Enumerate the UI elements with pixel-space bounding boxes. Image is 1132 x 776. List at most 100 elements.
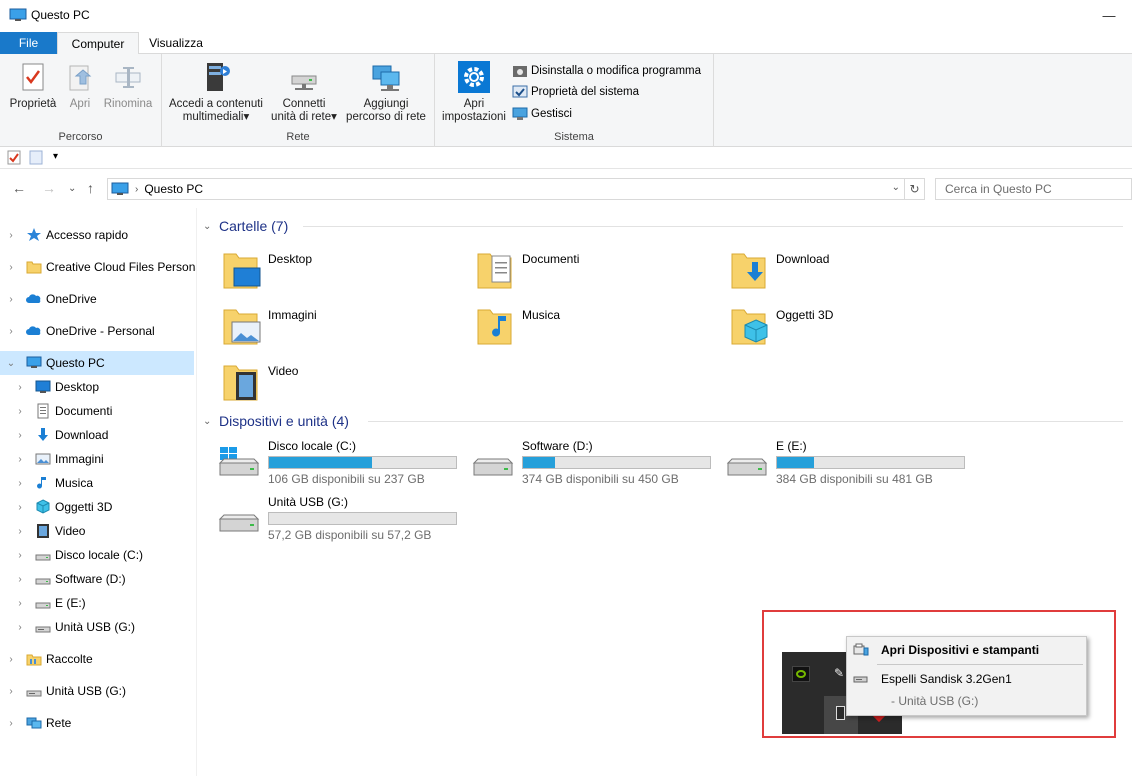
chevron-right-icon[interactable]: › <box>15 574 25 585</box>
sidebar-item[interactable]: › Immagini <box>0 447 194 471</box>
folder-item-label: Download <box>776 252 830 266</box>
forward-arrow-icon[interactable]: → <box>42 180 56 196</box>
chevron-right-icon[interactable]: › <box>6 686 16 697</box>
minimize-button[interactable]: — <box>1086 0 1132 30</box>
sidebar-item-label: Accesso rapido <box>46 228 129 242</box>
sidebar-item[interactable]: › Rete <box>0 711 194 735</box>
sidebar-item[interactable]: › Musica <box>0 471 194 495</box>
sidebar-item[interactable]: › E (E:) <box>0 591 194 615</box>
chevron-right-icon[interactable]: › <box>6 294 16 305</box>
chevron-down-icon: ⌄ <box>203 415 212 427</box>
drive-item[interactable]: E (E:) 384 GB disponibili su 481 GB <box>724 439 974 489</box>
folder-item[interactable]: Download <box>728 248 968 298</box>
drive-item-info: 384 GB disponibili su 481 GB <box>776 472 933 486</box>
address-bar[interactable]: › Questo PC ⌄ ↻ <box>107 178 925 200</box>
media-access-button[interactable]: Accedi a contenuti multimediali▾ <box>166 60 266 124</box>
sidebar-item[interactable]: › Raccolte <box>0 647 194 671</box>
sidebar-item[interactable]: ⌄ Questo PC <box>0 351 194 375</box>
folder-item[interactable]: Immagini <box>220 304 460 354</box>
address-history-chevron-icon[interactable]: ⌄ <box>892 182 900 193</box>
computer-icon <box>26 356 42 368</box>
customize-toolbar-icon[interactable]: ▾ <box>53 151 58 162</box>
folder-item[interactable]: Oggetti 3D <box>728 304 968 354</box>
chevron-right-icon[interactable]: › <box>15 598 25 609</box>
sidebar-item[interactable]: › Software (D:) <box>0 567 194 591</box>
breadcrumb-location[interactable]: Questo PC <box>144 182 203 196</box>
sidebar-item[interactable]: › Disco locale (C:) <box>0 543 194 567</box>
system-properties-button[interactable]: Proprietà del sistema <box>512 83 639 101</box>
minimize-icon: — <box>1102 7 1116 23</box>
drive-item[interactable]: Disco locale (C:) 106 GB disponibili su 2… <box>216 439 466 489</box>
folder-item[interactable]: Documenti <box>474 248 714 298</box>
properties-button[interactable]: Proprietà <box>6 60 60 111</box>
chevron-right-icon[interactable]: › <box>6 326 16 337</box>
back-arrow-icon[interactable]: ← <box>12 180 26 196</box>
sidebar-item-label: Unità USB (G:) <box>55 620 136 634</box>
folders-section-header[interactable]: ⌄ Cartelle (7) <box>203 216 1123 236</box>
menu-item-eject[interactable]: Espelli Sandisk 3.2Gen1 <box>847 668 1086 690</box>
chevron-right-icon[interactable]: › <box>15 406 25 417</box>
chevron-right-icon[interactable]: › <box>6 654 16 665</box>
folder-item[interactable]: Musica <box>474 304 714 354</box>
manage-button[interactable]: Gestisci <box>512 105 572 123</box>
breadcrumb-separator-icon[interactable]: › <box>135 184 138 195</box>
sidebar-item[interactable]: › Creative Cloud Files Personal <box>0 255 196 279</box>
map-network-drive-button[interactable]: Connetti unità di rete▾ <box>266 60 342 124</box>
menu-item-eject-sub[interactable]: - Unità USB (G:) <box>847 690 1086 712</box>
drive-item[interactable]: Software (D:) 374 GB disponibili su 450 G… <box>470 439 720 489</box>
rename-button[interactable]: Rinomina <box>100 60 156 111</box>
chevron-right-icon[interactable]: › <box>15 454 25 465</box>
drive-item-info: 57,2 GB disponibili su 57,2 GB <box>268 528 432 542</box>
up-arrow-icon[interactable]: ↑ <box>87 180 94 196</box>
sidebar-item[interactable]: › OneDrive - Personal <box>0 319 194 343</box>
tab-view[interactable]: Visualizza <box>141 32 211 54</box>
chevron-right-icon[interactable]: › <box>15 382 25 393</box>
chevron-right-icon[interactable]: › <box>15 502 25 513</box>
menu-item-open-devices[interactable]: Apri Dispositivi e stampanti <box>847 639 1086 661</box>
sidebar-item[interactable]: › Video <box>0 519 194 543</box>
sidebar-item[interactable]: › Download <box>0 423 194 447</box>
tab-computer[interactable]: Computer <box>57 32 139 55</box>
folder-item[interactable]: Video <box>220 360 460 410</box>
media-access-label-1: Accedi a contenuti <box>169 98 263 110</box>
sidebar-item[interactable]: › Oggetti 3D <box>0 495 194 519</box>
sidebar-item-label: OneDrive - Personal <box>46 324 155 338</box>
folder-item-label: Oggetti 3D <box>776 308 834 322</box>
refresh-icon[interactable]: ↻ <box>904 179 924 199</box>
new-folder-icon[interactable] <box>29 150 43 165</box>
chevron-right-icon[interactable]: › <box>15 430 25 441</box>
sidebar-item[interactable]: › Documenti <box>0 399 194 423</box>
properties-icon[interactable] <box>7 150 21 165</box>
chevron-right-icon[interactable]: › <box>6 230 16 241</box>
chevron-right-icon[interactable]: › <box>6 262 16 273</box>
chevron-right-icon[interactable]: › <box>6 718 16 729</box>
drive-usage-fill <box>269 457 372 468</box>
drive-item[interactable]: Unità USB (G:) 57,2 GB disponibili su 57,… <box>216 495 466 545</box>
search-input[interactable]: Cerca in Questo PC <box>935 178 1132 200</box>
folder-item[interactable]: Desktop <box>220 248 460 298</box>
nvidia-icon[interactable] <box>792 666 810 682</box>
chevron-down-icon[interactable]: ⌄ <box>6 358 16 369</box>
chevron-right-icon[interactable]: › <box>15 526 25 537</box>
sidebar-item[interactable]: › Unità USB (G:) <box>0 615 194 639</box>
sidebar-item[interactable]: › Unità USB (G:) <box>0 679 194 703</box>
uninstall-program-button[interactable]: Disinstalla o modifica programma <box>512 62 701 80</box>
devices-section-title: Dispositivi e unità (4) <box>219 413 349 429</box>
menu-item-open-devices-label: Apri Dispositivi e stampanti <box>881 643 1040 657</box>
drive-usage-fill <box>777 457 814 468</box>
recent-locations-chevron-icon[interactable]: ⌄ <box>68 183 76 194</box>
chevron-right-icon[interactable]: › <box>15 478 25 489</box>
chevron-right-icon[interactable]: › <box>15 622 25 633</box>
open-settings-button[interactable]: Apri impostazioni <box>439 60 509 124</box>
folder-item-label: Documenti <box>522 252 580 266</box>
tab-file[interactable]: File <box>0 32 57 54</box>
sidebar-item[interactable]: › Desktop <box>0 375 194 399</box>
open-settings-label-2: impostazioni <box>442 111 506 123</box>
open-button[interactable]: Apri <box>62 60 98 111</box>
sidebar-item-label: Desktop <box>55 380 100 394</box>
add-network-location-button[interactable]: Aggiungi percorso di rete <box>342 60 430 124</box>
devices-section-header[interactable]: ⌄ Dispositivi e unità (4) <box>203 411 1123 431</box>
chevron-right-icon[interactable]: › <box>15 550 25 561</box>
sidebar-item[interactable]: › OneDrive <box>0 287 194 311</box>
sidebar-item[interactable]: › Accesso rapido <box>0 223 194 247</box>
